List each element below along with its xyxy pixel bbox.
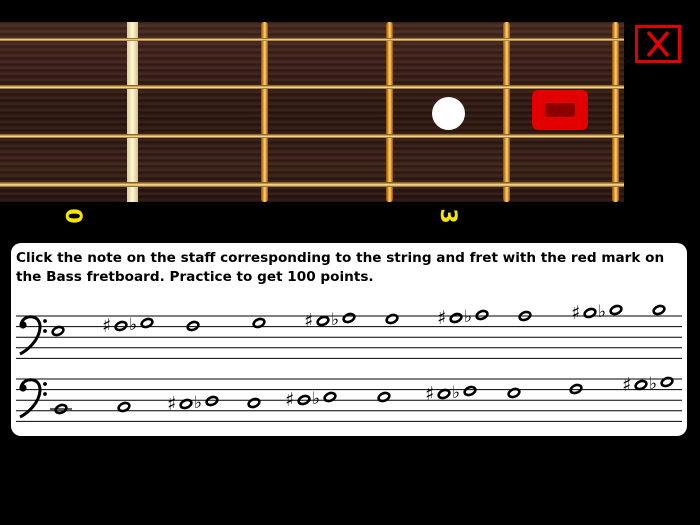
bass-clef-icon [19, 315, 47, 356]
whole-note [247, 397, 261, 409]
fret-number: 3 [435, 208, 460, 224]
whole-note [583, 307, 597, 319]
whole-note [51, 325, 65, 337]
whole-note [660, 376, 674, 388]
close-icon [646, 30, 670, 58]
whole-note [437, 388, 451, 400]
dot-inlay [432, 97, 465, 130]
note-choice[interactable]: ♯ ♭ [425, 383, 477, 405]
target-mark [532, 90, 588, 130]
note-choice[interactable] [51, 325, 65, 337]
note-choice[interactable] [569, 383, 583, 395]
flat-icon: ♭ [194, 393, 202, 413]
close-button[interactable] [635, 25, 681, 63]
flat-icon: ♭ [464, 307, 472, 327]
fret-wire [386, 22, 393, 202]
upper-staff: ♯ ♭ ♯ ♭ ♯ ♭ ♯ ♭ [16, 302, 682, 359]
whole-note [385, 313, 399, 325]
fret-wire [612, 22, 619, 202]
note-choice[interactable]: ♯ ♭ [571, 302, 623, 324]
fret-wire [503, 22, 510, 202]
sharp-icon: ♯ [102, 315, 111, 337]
sharp-icon: ♯ [167, 393, 176, 415]
whole-note [569, 383, 583, 395]
flat-icon: ♭ [129, 315, 137, 335]
whole-note [634, 379, 648, 391]
bass-fretboard [0, 22, 624, 202]
fret-wire [261, 22, 268, 202]
note-choice[interactable] [377, 391, 391, 403]
whole-note [114, 320, 128, 332]
flat-icon: ♭ [331, 310, 339, 330]
sharp-icon: ♯ [571, 302, 580, 324]
sharp-icon: ♯ [437, 307, 446, 329]
bass-clef-icon [19, 378, 47, 419]
note-choice[interactable]: ♯ ♭ [102, 315, 154, 337]
lower-staff: ♯ ♭ ♯ ♭ ♯ ♭ ♯ ♭ [16, 374, 682, 422]
question-panel: Click the note on the staff correspondin… [11, 243, 687, 436]
whole-note [463, 385, 477, 397]
whole-note [475, 309, 489, 321]
string-d [0, 85, 624, 89]
string-a [0, 134, 624, 138]
sharp-icon: ♯ [425, 383, 434, 405]
flat-icon: ♭ [649, 374, 657, 394]
flat-icon: ♭ [452, 383, 460, 403]
string-e [0, 182, 624, 187]
note-choice[interactable]: ♯ ♭ [304, 310, 356, 332]
note-choice[interactable]: ♯ ♭ [167, 393, 219, 415]
note-choice[interactable] [186, 320, 200, 332]
string-g [0, 38, 624, 41]
note-choice[interactable] [50, 403, 72, 415]
whole-note [449, 312, 463, 324]
whole-note [652, 304, 666, 316]
whole-note [205, 395, 219, 407]
sharp-icon: ♯ [285, 389, 294, 411]
whole-note [316, 315, 330, 327]
sharp-icon: ♯ [304, 310, 313, 332]
note-choice[interactable]: ♯ ♭ [437, 307, 489, 329]
flat-icon: ♭ [598, 302, 606, 322]
note-choice[interactable] [652, 304, 666, 316]
fret-number: 0 [60, 208, 85, 224]
staff-area: ♯ ♭ ♯ ♭ ♯ ♭ ♯ ♭♯ ♭ ♯ ♭ ♯ ♭ ♯ ♭ [16, 302, 682, 422]
note-choice[interactable]: ♯ ♭ [622, 374, 674, 396]
note-choice[interactable] [385, 313, 399, 325]
flat-icon: ♭ [312, 389, 320, 409]
whole-note [323, 391, 337, 403]
sharp-icon: ♯ [622, 374, 631, 396]
whole-note [609, 304, 623, 316]
whole-note [377, 391, 391, 403]
note-choice[interactable] [247, 397, 261, 409]
whole-note [342, 312, 356, 324]
fretboard-nut [127, 22, 138, 202]
whole-note [186, 320, 200, 332]
